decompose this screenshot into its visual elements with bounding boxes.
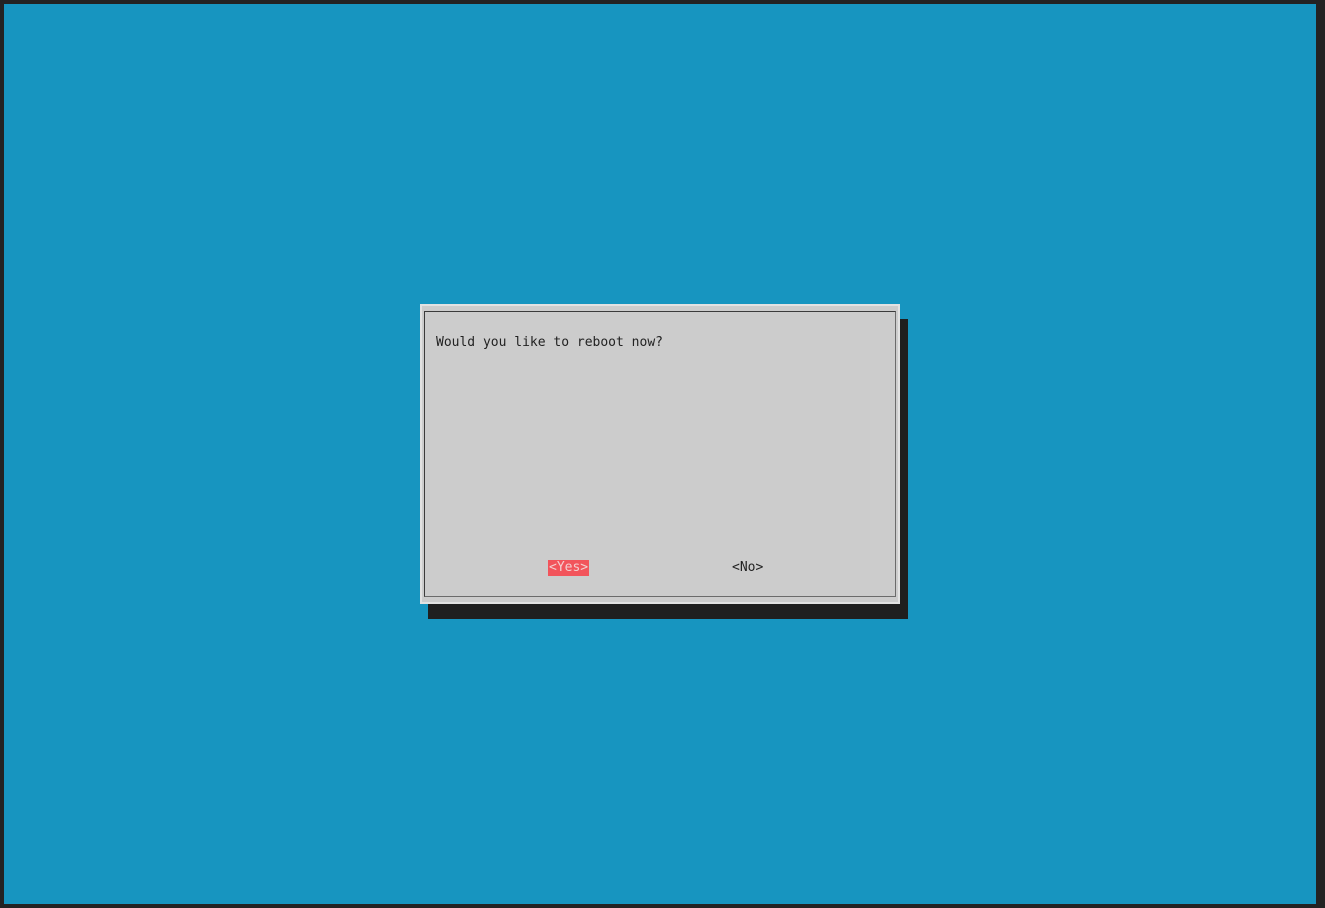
no-button[interactable]: <No> xyxy=(732,560,763,576)
dialog-frame xyxy=(424,311,896,597)
reboot-dialog: Would you like to reboot now? <Yes> <No> xyxy=(420,304,900,604)
yes-button[interactable]: <Yes> xyxy=(548,560,590,576)
dialog-message: Would you like to reboot now? xyxy=(436,335,663,350)
